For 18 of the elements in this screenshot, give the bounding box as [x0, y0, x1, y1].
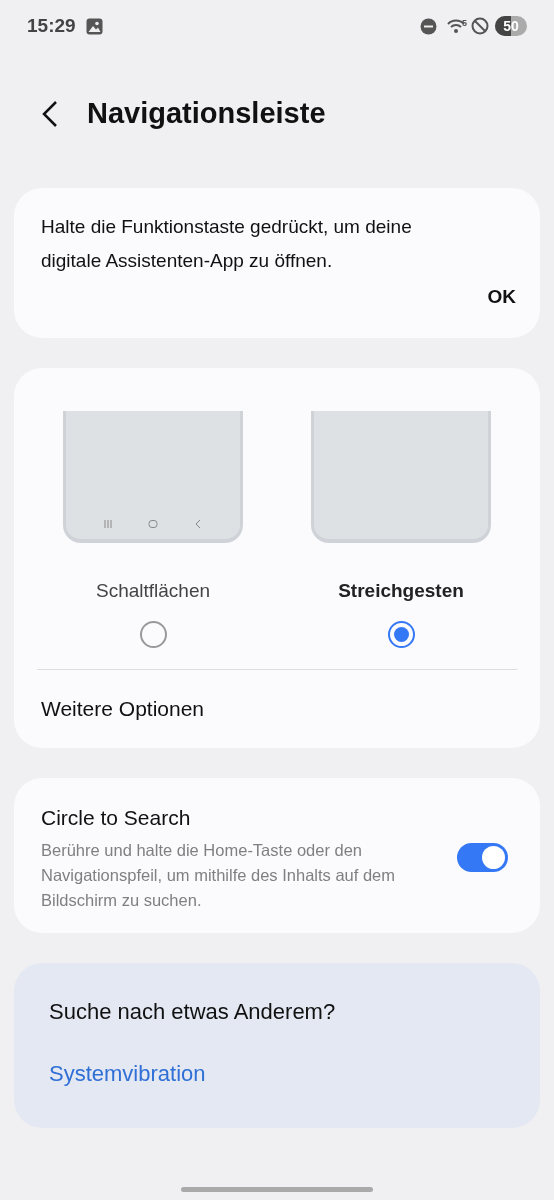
- image-icon: [85, 17, 103, 35]
- option-label: Schaltflächen: [95, 578, 211, 603]
- back-icon[interactable]: [40, 100, 60, 128]
- setting-title: Circle to Search: [41, 805, 192, 831]
- radio-button[interactable]: [139, 621, 167, 648]
- radio-button[interactable]: [387, 621, 415, 648]
- more-options-item[interactable]: Weitere Optionen: [14, 670, 540, 748]
- clock: 15:29: [27, 13, 76, 38]
- suggestion-link[interactable]: Systemvibration: [49, 1056, 206, 1090]
- suggestion-title: Suche nach etwas Anderem?: [49, 997, 336, 1026]
- blocked-icon: [471, 17, 489, 35]
- ok-button[interactable]: OK: [485, 283, 518, 312]
- option-label: Streichgesten: [338, 578, 464, 603]
- tip-text: Halte die Funktionstaste gedrückt, um deine digitale Assistenten-App zu öffnen.: [41, 215, 413, 273]
- do-not-disturb-icon: [420, 17, 437, 35]
- setting-description: Berühre und halte die Home-Taste oder den Navigationspfeil, um mithilfe des Inhalts auf dem Bildschirm zu suchen.: [41, 839, 396, 911]
- toggle-switch[interactable]: [457, 842, 508, 872]
- page-title: Navigationsleiste: [87, 96, 326, 132]
